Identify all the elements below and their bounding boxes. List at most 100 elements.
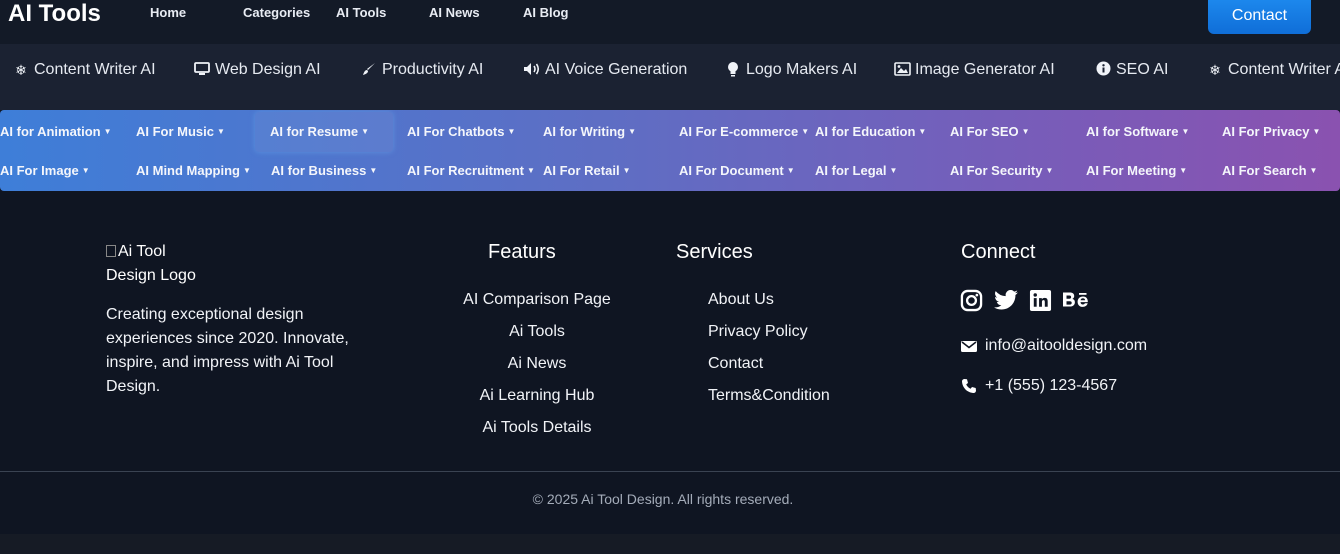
category-label: Web Design AI xyxy=(215,61,321,78)
twitter-icon[interactable] xyxy=(993,289,1019,313)
footer-link-contact[interactable]: Contact xyxy=(708,354,763,374)
dropdown-ai-for-search[interactable]: AI For Search ▼ xyxy=(1222,163,1317,181)
dropdown-ai-for-resume[interactable]: AI for Resume ▼ xyxy=(270,124,369,142)
caret-down-icon: ▼ xyxy=(622,166,631,175)
caret-down-icon: ▼ xyxy=(786,166,795,175)
caret-down-icon: ▼ xyxy=(1179,166,1188,175)
category-content-writer[interactable]: ❄ Content Writer AI xyxy=(12,60,156,80)
caret-down-icon: ▼ xyxy=(889,166,898,175)
logo-alt-text: Ai Tool Design Logo xyxy=(106,243,196,284)
dropdown-ai-for-legal[interactable]: AI for Legal ▼ xyxy=(815,163,897,181)
dropdown-ai-for-recruitment[interactable]: AI For Recruitment ▼ xyxy=(407,163,535,181)
caret-down-icon: ▼ xyxy=(527,166,535,175)
info-icon xyxy=(1094,61,1112,79)
footer-link-terms[interactable]: Terms&Condition xyxy=(708,386,830,406)
caret-down-icon: ▼ xyxy=(369,166,378,175)
broken-image-icon xyxy=(106,245,116,257)
dropdown-ai-for-privacy[interactable]: AI For Privacy ▼ xyxy=(1222,124,1320,142)
footer-link-ai-news[interactable]: Ai News xyxy=(508,354,567,374)
nav-ai-tools[interactable]: AI Tools xyxy=(336,5,386,21)
services-heading: Services xyxy=(676,241,753,263)
category-logo-makers[interactable]: Logo Makers AI xyxy=(724,60,857,80)
dropdown-ai-for-business[interactable]: AI for Business ▼ xyxy=(271,163,377,181)
footer-link-about-us[interactable]: About Us xyxy=(708,290,774,310)
caret-down-icon: ▼ xyxy=(628,127,637,136)
caret-down-icon: ▼ xyxy=(1045,166,1054,175)
paint-brush-icon xyxy=(360,62,378,79)
category-label: Logo Makers AI xyxy=(746,61,858,78)
caret-down-icon: ▼ xyxy=(103,127,112,136)
dropdown-ai-for-ecommerce[interactable]: AI For E-commerce ▼ xyxy=(679,124,809,142)
nav-ai-news[interactable]: AI News xyxy=(429,5,480,21)
dropdown-ai-for-meeting[interactable]: AI For Meeting ▼ xyxy=(1086,163,1187,181)
instagram-icon[interactable] xyxy=(960,289,984,313)
nav-home[interactable]: Home xyxy=(150,5,186,21)
nav-ai-blog[interactable]: AI Blog xyxy=(523,5,569,21)
caret-down-icon: ▼ xyxy=(1312,127,1321,136)
category-voice-generation[interactable]: AI Voice Generation xyxy=(523,60,687,80)
connect-heading: Connect xyxy=(961,241,1036,263)
copyright-text: © 2025 Ai Tool Design. All rights reserv… xyxy=(532,491,794,507)
email-text: info@aitooldesign.com xyxy=(985,337,1148,354)
footer-logo[interactable]: Ai Tool Design Logo xyxy=(106,240,216,288)
contact-email[interactable]: info@aitooldesign.com xyxy=(961,336,1147,356)
caret-down-icon: ▼ xyxy=(1181,127,1190,136)
category-content-writer[interactable]: ❄ Content Writer AI xyxy=(1206,60,1340,80)
features-heading: Featurs xyxy=(488,241,556,263)
dropdown-ai-for-chatbots[interactable]: AI For Chatbots ▼ xyxy=(407,124,515,142)
brand-logo[interactable]: AI Tools xyxy=(8,0,101,28)
caret-down-icon: ▼ xyxy=(801,127,810,136)
desktop-icon xyxy=(193,61,211,79)
linkedin-icon[interactable] xyxy=(1029,289,1053,313)
footer-link-ai-comparison[interactable]: AI Comparison Page xyxy=(463,290,611,310)
category-web-design[interactable]: Web Design AI xyxy=(193,60,321,80)
caret-down-icon: ▼ xyxy=(217,127,225,136)
contact-button[interactable]: Contact xyxy=(1208,0,1311,34)
dropdown-ai-for-image[interactable]: AI For Image ▼ xyxy=(0,163,90,181)
category-label: Productivity AI xyxy=(382,61,484,78)
dropdown-ai-for-seo[interactable]: AI For SEO ▼ xyxy=(950,124,1030,142)
envelope-icon xyxy=(961,340,977,352)
behance-icon[interactable] xyxy=(1061,289,1091,313)
category-image-generator[interactable]: Image Generator AI xyxy=(893,60,1055,80)
phone-text: +1 (555) 123-4567 xyxy=(985,377,1118,394)
footer-description: Creating exceptional design experiences … xyxy=(106,306,349,395)
category-label: Image Generator AI xyxy=(915,61,1055,78)
nav-categories[interactable]: Categories xyxy=(243,5,310,21)
caret-down-icon: ▼ xyxy=(918,127,927,136)
category-seo[interactable]: SEO AI xyxy=(1094,60,1168,80)
dropdown-ai-for-software[interactable]: AI for Software ▼ xyxy=(1086,124,1189,142)
ai-category-dropdown-bar: AI for Animation ▼ AI For Music ▼ AI for R… xyxy=(0,110,1340,191)
caret-down-icon: ▼ xyxy=(361,127,370,136)
caret-down-icon: ▼ xyxy=(507,127,516,136)
caret-down-icon: ▼ xyxy=(81,166,90,175)
dropdown-ai-for-education[interactable]: AI for Education ▼ xyxy=(815,124,926,142)
category-label: AI Voice Generation xyxy=(545,61,688,78)
lightbulb-icon xyxy=(724,61,742,80)
snowflake-icon: ❄ xyxy=(15,61,27,78)
image-icon xyxy=(893,61,911,79)
bottom-band xyxy=(0,534,1340,554)
dropdown-ai-for-writing[interactable]: AI for Writing ▼ xyxy=(543,124,636,142)
snowflake-icon: ❄ xyxy=(1209,61,1221,78)
dropdown-ai-for-retail[interactable]: AI For Retail ▼ xyxy=(543,163,631,181)
category-label: SEO AI xyxy=(1116,61,1169,78)
phone-icon xyxy=(962,379,976,393)
dropdown-ai-for-music[interactable]: AI For Music ▼ xyxy=(136,124,225,142)
footer-link-ai-tools[interactable]: Ai Tools xyxy=(509,322,565,342)
dropdown-ai-mind-mapping[interactable]: AI Mind Mapping ▼ xyxy=(136,163,251,181)
footer-divider xyxy=(0,471,1340,472)
footer-link-ai-learning-hub[interactable]: Ai Learning Hub xyxy=(480,386,595,406)
dropdown-ai-for-animation[interactable]: AI for Animation ▼ xyxy=(0,124,112,142)
top-navigation: AI Tools Home Categories AI Tools AI New… xyxy=(0,0,1340,44)
category-label: Content Writer AI xyxy=(34,61,156,78)
dropdown-ai-for-security[interactable]: AI For Security ▼ xyxy=(950,163,1053,181)
volume-icon xyxy=(523,62,541,79)
contact-phone[interactable]: +1 (555) 123-4567 xyxy=(961,376,1117,396)
category-productivity[interactable]: Productivity AI xyxy=(360,60,483,80)
category-strip: ❄ Content Writer AI Web Design AI Produc… xyxy=(0,44,1340,110)
footer-link-ai-tools-details[interactable]: Ai Tools Details xyxy=(482,418,591,438)
dropdown-ai-for-document[interactable]: AI For Document ▼ xyxy=(679,163,795,181)
footer-link-privacy-policy[interactable]: Privacy Policy xyxy=(708,322,808,342)
caret-down-icon: ▼ xyxy=(1021,127,1030,136)
